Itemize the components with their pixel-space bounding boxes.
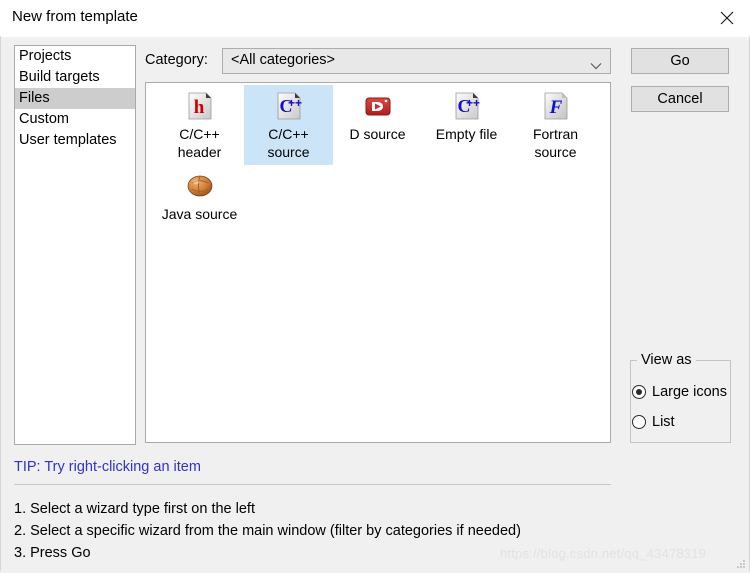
category-dropdown[interactable]: <All categories> (222, 48, 611, 74)
title-bar: New from template (0, 0, 750, 37)
tip-text: TIP: Try right-clicking an item (14, 459, 201, 475)
sidebar-item-build-targets[interactable]: Build targets (15, 67, 135, 88)
go-button[interactable]: Go (631, 48, 729, 74)
sidebar-item-label: Custom (19, 111, 69, 127)
sidebar-item-projects[interactable]: Projects (15, 46, 135, 67)
close-button[interactable] (704, 0, 750, 36)
cancel-button[interactable]: Cancel (631, 86, 729, 112)
cpp-source-file-icon: C ++ (451, 90, 483, 122)
sidebar-item-label: Projects (19, 48, 72, 64)
svg-text:F: F (548, 97, 562, 118)
window-left-border (0, 36, 1, 571)
template-item-fortran-source[interactable]: F Fortran source (511, 85, 600, 165)
template-item-label: C/C++ source (267, 126, 310, 160)
sidebar-item-custom[interactable]: Custom (15, 109, 135, 130)
view-as-legend: View as (637, 352, 696, 368)
java-source-icon (184, 170, 216, 202)
template-item-label: C/C++ header (177, 126, 222, 160)
instructions-block: 1. Select a wizard type first on the lef… (14, 498, 521, 564)
instruction-line: 3. Press Go (14, 545, 91, 561)
wizard-type-list[interactable]: Projects Build targets Files Custom User… (14, 45, 136, 445)
svg-text:h: h (193, 97, 204, 118)
template-item-java-source[interactable]: Java source (155, 165, 244, 227)
radio-button-icon (632, 415, 646, 429)
template-item-c-cpp-source[interactable]: C ++ C/C++ source (244, 85, 333, 165)
sidebar-item-user-templates[interactable]: User templates (15, 130, 135, 151)
template-item-c-cpp-header[interactable]: h C/C++ header (155, 85, 244, 165)
close-icon (719, 10, 735, 26)
radio-large-icons[interactable]: Large icons (632, 384, 727, 400)
instruction-line: 2. Select a specific wizard from the mai… (14, 523, 521, 539)
svg-text:++: ++ (287, 96, 301, 110)
radio-large-icons-label: Large icons (652, 384, 727, 400)
svg-text:++: ++ (465, 96, 479, 110)
window-title: New from template (12, 8, 138, 25)
cpp-source-file-icon: C ++ (273, 90, 305, 122)
templates-grid: h C/C++ header C ++ C/C++ source D sourc… (155, 85, 605, 227)
template-item-empty-file[interactable]: C ++ Empty file (422, 85, 511, 165)
template-item-label: D source (349, 126, 406, 142)
template-item-d-source[interactable]: D source (333, 85, 422, 165)
view-as-group (630, 360, 731, 443)
d-source-icon (362, 90, 394, 122)
template-item-label: Java source (161, 206, 238, 222)
watermark-text: https://blog.csdn.net/qq_43478319 (500, 546, 707, 561)
sidebar-item-label: Files (19, 90, 50, 106)
c-header-file-icon: h (184, 90, 216, 122)
category-selected-value: <All categories> (231, 52, 335, 68)
sidebar-item-files[interactable]: Files (15, 88, 135, 109)
horizontal-separator (14, 484, 611, 485)
template-item-label: Empty file (435, 126, 498, 142)
resize-grip[interactable] (735, 557, 747, 569)
templates-panel[interactable]: h C/C++ header C ++ C/C++ source D sourc… (145, 82, 611, 443)
sidebar-item-label: Build targets (19, 69, 100, 85)
sidebar-item-label: User templates (19, 132, 117, 148)
category-label: Category: (145, 52, 208, 68)
chevron-down-icon (590, 57, 602, 70)
radio-list-label: List (652, 414, 675, 430)
template-item-label: Fortran source (532, 126, 579, 160)
radio-list[interactable]: List (632, 414, 675, 430)
radio-button-icon (632, 385, 646, 399)
instruction-line: 1. Select a wizard type first on the lef… (14, 501, 255, 517)
fortran-source-file-icon: F (540, 90, 572, 122)
